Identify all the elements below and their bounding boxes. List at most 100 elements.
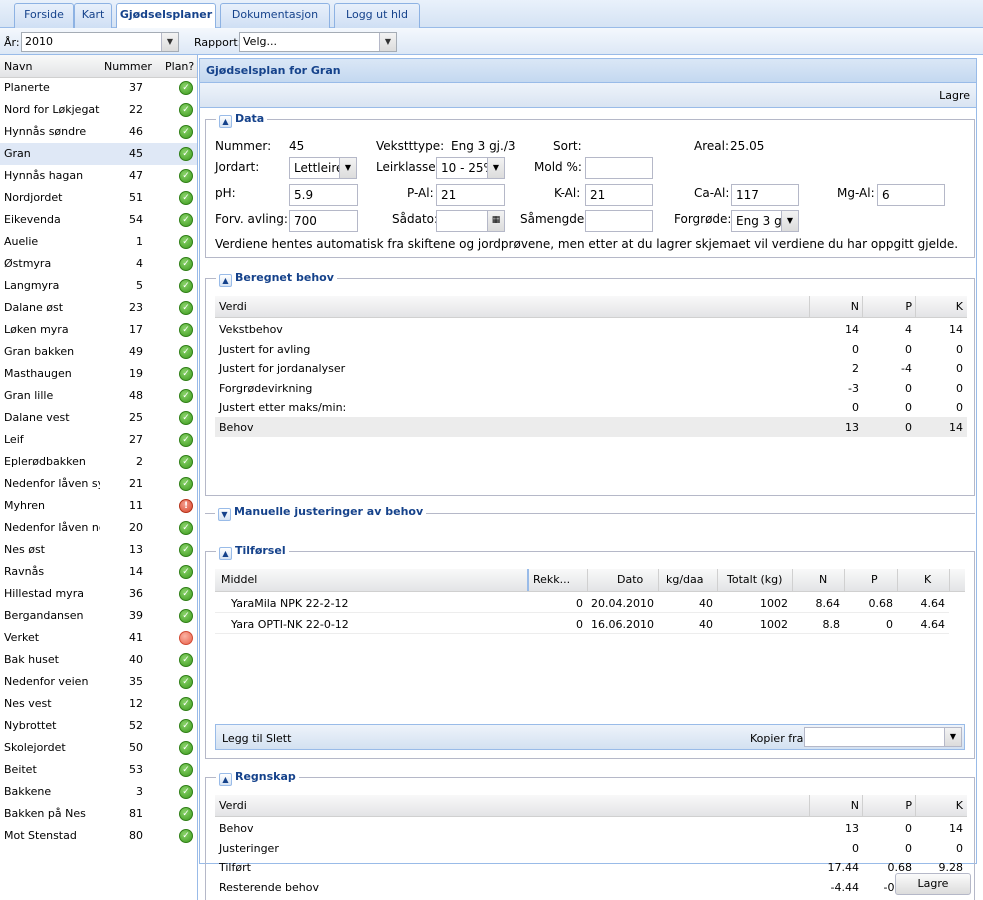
column-header-rekk[interactable]: Rekk... [533, 573, 570, 586]
field-list-row[interactable]: Bergandansen 39 ✓ [0, 605, 197, 627]
field-list-row[interactable]: Skolejordet 50 ✓ [0, 737, 197, 759]
beregnet-legend[interactable]: ▲ Beregnet behov [216, 271, 337, 287]
calendar-icon[interactable]: ▦ [487, 211, 504, 231]
column-header-name[interactable]: Navn [4, 60, 32, 73]
field-list-row[interactable]: Hynnås hagan 47 ✓ [0, 165, 197, 187]
column-header-k[interactable]: K [956, 799, 963, 812]
tab-kart[interactable]: Kart [74, 3, 112, 28]
field-list-row[interactable]: Auelie 1 ✓ [0, 231, 197, 253]
field-list-row[interactable]: Hynnås søndre 46 ✓ [0, 121, 197, 143]
tab-dokumentasjon[interactable]: Dokumentasjon [220, 3, 330, 28]
column-header-totalt[interactable]: Totalt (kg) [727, 573, 782, 586]
field-list-row[interactable]: Nedenfor låven nord 20 ✓ [0, 517, 197, 539]
column-header-p[interactable]: P [905, 300, 912, 313]
field-list-row[interactable]: Planerte 37 ✓ [0, 77, 197, 99]
field-list-row[interactable]: Eplerødbakken 2 ✓ [0, 451, 197, 473]
chevron-down-icon[interactable]: ▼ [944, 728, 961, 746]
chevron-down-icon[interactable]: ▼ [379, 33, 396, 51]
tilforsel-legend[interactable]: ▲ Tilførsel [216, 544, 289, 560]
column-header-middel[interactable]: Middel [221, 573, 257, 586]
report-select[interactable]: Velg... ▼ [239, 32, 397, 52]
jordart-select[interactable]: Lettleire ▼ [289, 157, 357, 179]
save-button-top[interactable]: Lagre [939, 89, 970, 102]
forgrode-select[interactable]: Eng 3 gj ▼ [731, 210, 799, 232]
field-list-row[interactable]: Bak huset 40 ✓ [0, 649, 197, 671]
mgal-input[interactable]: 6 [877, 184, 945, 206]
column-header-n[interactable]: N [819, 573, 827, 586]
kal-input[interactable]: 21 [585, 184, 653, 206]
field-number: 54 [129, 213, 143, 226]
chevron-down-icon[interactable]: ▼ [339, 158, 356, 178]
field-list-row[interactable]: Ravnås 14 ✓ [0, 561, 197, 583]
leirklasse-select[interactable]: 10 - 25% ▼ [436, 157, 505, 179]
field-list-row[interactable]: Nord for Løkjegata 22 ✓ [0, 99, 197, 121]
field-list-row[interactable]: Løken myra 17 ✓ [0, 319, 197, 341]
tab-gjodselsplaner[interactable]: Gjødselsplaner [116, 3, 216, 29]
column-header-n[interactable]: N [851, 799, 859, 812]
column-header-n[interactable]: N [851, 300, 859, 313]
manuelle-legend[interactable]: ▼ Manuelle justeringer av behov [215, 505, 427, 521]
row-label: Tilført [219, 861, 251, 874]
field-list-row[interactable]: Gran bakken 49 ✓ [0, 341, 197, 363]
field-list-row[interactable]: Bakken på Nes 81 ✓ [0, 803, 197, 825]
field-list-row[interactable]: Dalane vest 25 ✓ [0, 407, 197, 429]
sadato-input[interactable]: ▦ [436, 210, 505, 232]
field-list-row[interactable]: Nedenfor veien 35 ✓ [0, 671, 197, 693]
column-header-verdi[interactable]: Verdi [219, 799, 247, 812]
column-header-dato[interactable]: Dato [617, 573, 643, 586]
column-header-number[interactable]: Nummer [104, 60, 152, 73]
field-list-row[interactable]: Langmyra 5 ✓ [0, 275, 197, 297]
application-row[interactable]: Yara OPTI-NK 22-0-12 0 16.06.2010 40 1002 8.8… [215, 614, 949, 634]
column-header-plan[interactable]: Plan? [165, 60, 194, 73]
field-list-row[interactable]: Gran 45 ✓ [0, 143, 197, 165]
field-list-row[interactable]: Østmyra 4 ✓ [0, 253, 197, 275]
column-header-p[interactable]: P [905, 799, 912, 812]
column-header-verdi[interactable]: Verdi [219, 300, 247, 313]
chevron-down-icon[interactable]: ▼ [161, 33, 178, 51]
field-list-row[interactable]: Beitet 53 ✓ [0, 759, 197, 781]
field-list-row[interactable]: Hillestad myra 36 ✓ [0, 583, 197, 605]
field-list-row[interactable]: Mot Stenstad 80 ✓ [0, 825, 197, 847]
collapse-icon[interactable]: ▲ [219, 547, 232, 560]
field-list-row[interactable]: Nes øst 13 ✓ [0, 539, 197, 561]
tab-logg-ut[interactable]: Logg ut hld [334, 3, 420, 28]
field-list-row[interactable]: Nordjordet 51 ✓ [0, 187, 197, 209]
field-list-row[interactable]: Nedenfor låven syd 21 ✓ [0, 473, 197, 495]
caal-input[interactable]: 117 [731, 184, 799, 206]
chevron-down-icon[interactable]: ▼ [487, 158, 504, 178]
ph-input[interactable]: 5.9 [289, 184, 358, 206]
field-list-row[interactable]: Myhren 11! [0, 495, 197, 517]
save-button[interactable]: Lagre [895, 873, 971, 895]
add-button[interactable]: Legg til [222, 732, 263, 745]
expand-icon[interactable]: ▼ [218, 508, 231, 521]
regnskap-legend[interactable]: ▲ Regnskap [216, 770, 299, 786]
collapse-icon[interactable]: ▲ [219, 274, 232, 287]
mold-input[interactable] [585, 157, 653, 179]
pal-input[interactable]: 21 [436, 184, 505, 206]
delete-button[interactable]: Slett [266, 732, 291, 745]
field-list-row[interactable]: Leif 27 ✓ [0, 429, 197, 451]
field-list-row[interactable]: Masthaugen 19 ✓ [0, 363, 197, 385]
field-list-row[interactable]: Dalane øst 23 ✓ [0, 297, 197, 319]
column-header-p[interactable]: P [871, 573, 878, 586]
data-legend[interactable]: ▲ Data [216, 112, 268, 128]
check-icon: ✓ [179, 477, 193, 491]
copy-from-select[interactable]: ▼ [804, 727, 962, 747]
field-list-row[interactable]: Nes vest 12 ✓ [0, 693, 197, 715]
year-select[interactable]: 2010 ▼ [21, 32, 179, 52]
application-row[interactable]: YaraMila NPK 22-2-12 0 20.04.2010 40 1002 8.6… [215, 593, 949, 613]
field-list-row[interactable]: Eikevenda 54 ✓ [0, 209, 197, 231]
column-header-k[interactable]: K [956, 300, 963, 313]
field-list-row[interactable]: Verket 41 [0, 627, 197, 649]
collapse-icon[interactable]: ▲ [219, 773, 232, 786]
field-list-row[interactable]: Bakkene 3 ✓ [0, 781, 197, 803]
field-list-row[interactable]: Nybrottet 52 ✓ [0, 715, 197, 737]
field-list-row[interactable]: Gran lille 48 ✓ [0, 385, 197, 407]
column-header-k[interactable]: K [924, 573, 931, 586]
column-header-kgdaa[interactable]: kg/daa [666, 573, 704, 586]
collapse-icon[interactable]: ▲ [219, 115, 232, 128]
forv-avling-input[interactable]: 700 [289, 210, 358, 232]
samengde-input[interactable] [585, 210, 653, 232]
chevron-down-icon[interactable]: ▼ [781, 211, 798, 231]
tab-forside[interactable]: Forside [14, 3, 74, 28]
